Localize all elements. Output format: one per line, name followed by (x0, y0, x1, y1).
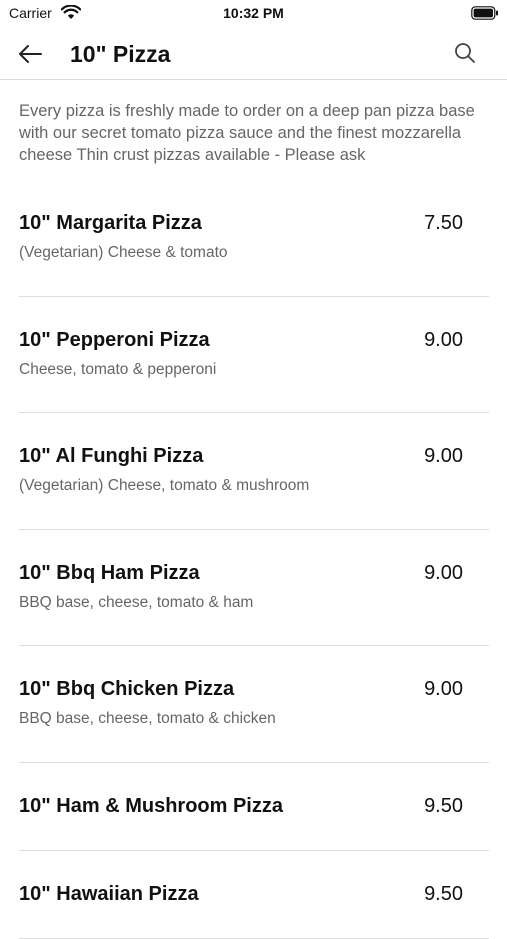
item-name: 10" Bbq Chicken Pizza (19, 678, 235, 700)
menu-item[interactable]: 10" Bbq Chicken Pizza 9.00 BBQ base, che… (19, 646, 489, 763)
item-name: 10" Ham & Mushroom Pizza (19, 794, 283, 817)
menu-item[interactable]: 10" Al Funghi Pizza 9.00 (Vegetarian) Ch… (19, 413, 489, 530)
menu-item[interactable]: 10" Pepperoni Pizza 9.00 Cheese, tomato … (19, 297, 489, 413)
item-price: 9.00 (424, 561, 463, 584)
item-price: 9.00 (424, 328, 463, 351)
item-name: 10" Al Funghi Pizza (19, 445, 204, 467)
arrow-left-icon (19, 45, 42, 63)
item-description: Cheese, tomato & pepperoni (19, 360, 217, 378)
item-price: 9.00 (424, 678, 463, 700)
status-bar: Carrier 10:32 PM (0, 0, 507, 28)
item-description: BBQ base, cheese, tomato & ham (19, 593, 254, 611)
status-time: 10:32 PM (223, 5, 284, 21)
item-name: 10" Margarita Pizza (19, 212, 202, 234)
menu-item[interactable]: 10" Ham & Mushroom Pizza 9.50 (19, 763, 489, 851)
menu-item[interactable]: 10" Hawaiian Pizza 9.50 (19, 851, 489, 939)
item-description: BBQ base, cheese, tomato & chicken (19, 710, 276, 727)
menu-list: 10" Margarita Pizza 7.50 (Vegetarian) Ch… (0, 180, 507, 939)
back-button[interactable] (14, 40, 46, 68)
item-price: 9.00 (424, 445, 463, 467)
search-button[interactable] (451, 39, 479, 67)
item-description: (Vegetarian) Cheese, tomato & mushroom (19, 477, 310, 494)
category-description: Every pizza is freshly made to order on … (19, 102, 475, 164)
item-price: 9.50 (424, 794, 463, 817)
item-name: 10" Hawaiian Pizza (19, 882, 199, 905)
battery-icon (471, 6, 498, 20)
menu-item[interactable]: 10" Bbq Ham Pizza 9.00 BBQ base, cheese,… (19, 530, 489, 646)
item-name: 10" Bbq Ham Pizza (19, 561, 200, 584)
item-description: (Vegetarian) Cheese & tomato (19, 244, 228, 261)
page-title: 10" Pizza (70, 41, 171, 67)
item-price: 7.50 (424, 212, 463, 234)
item-price: 9.50 (424, 882, 463, 905)
menu-item[interactable]: 10" Margarita Pizza 7.50 (Vegetarian) Ch… (19, 180, 489, 297)
navigation-bar: 10" Pizza (0, 28, 507, 80)
search-icon (455, 43, 475, 63)
item-name: 10" Pepperoni Pizza (19, 328, 210, 351)
